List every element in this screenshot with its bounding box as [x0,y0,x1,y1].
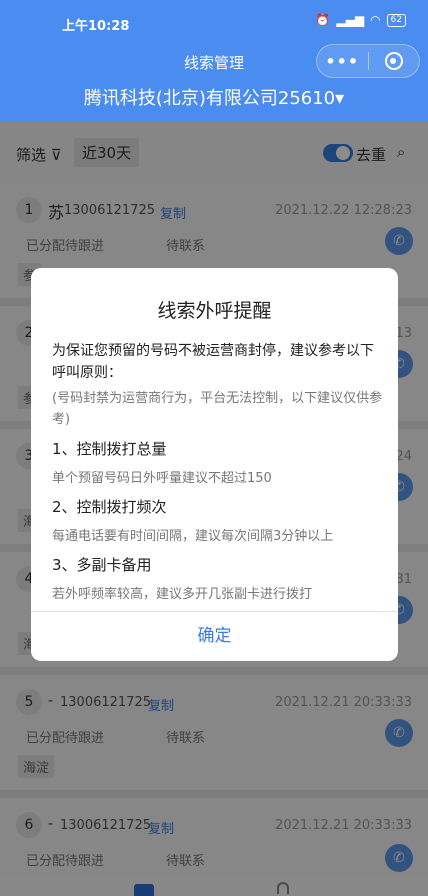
rule-title: 2、控制拨打频次 [52,498,167,516]
app-header: 上午10:28 ⏰ ▂▄▆ ◠ 62 线索管理 ••• 腾讯科技(北京)有限公司… [0,0,428,121]
status-icons: ⏰ ▂▄▆ ◠ 62 [315,13,406,27]
rule-desc: 单个预留号码日外呼量建议不超过150 [52,471,272,486]
rule-title: 1、控制拨打总量 [52,440,167,458]
signal-icon: ▂▄▆ [336,13,365,27]
dialog-intro: 为保证您预留的号码不被运营商封停，建议参考以下呼叫原则： [52,343,374,381]
close-button[interactable] [368,52,419,70]
rule-title: 3、多副卡备用 [52,556,152,574]
battery-icon: 62 [386,13,406,27]
miniprogram-capsule: ••• [316,44,420,78]
rule-desc: 每通电话要有时间间隔，建议每次间隔3分钟以上 [52,529,334,544]
wifi-icon: ◠ [370,13,381,27]
alarm-icon: ⏰ [315,13,331,27]
dialog-title: 线索外呼提醒 [157,300,272,322]
dialog-note: (号码封禁为运营商行为，平台无法控制，以下建议仅供参考) [52,391,383,427]
confirm-button[interactable]: 确定 [31,612,398,661]
status-time: 上午10:28 [62,19,130,34]
more-button[interactable]: ••• [317,52,368,71]
company-selector[interactable]: 腾讯科技(北京)有限公司25610▾ [0,84,428,110]
target-icon [384,52,403,70]
rule-desc: 若外呼频率较高，建议多开几张副卡进行拨打 [52,587,313,602]
call-reminder-dialog: 线索外呼提醒 为保证您预留的号码不被运营商封停，建议参考以下呼叫原则： (号码封… [31,268,398,661]
